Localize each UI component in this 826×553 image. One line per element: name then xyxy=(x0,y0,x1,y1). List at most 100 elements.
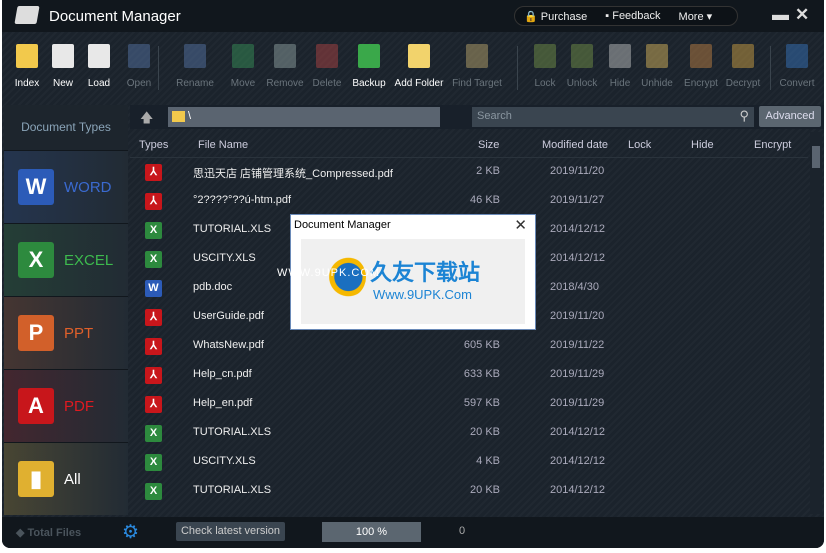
table-row[interactable]: X TUTORIAL.XLS 20 KB 2014/12/12 xyxy=(130,419,808,448)
pdf-file-icon: ⅄ xyxy=(145,164,162,181)
pdf-file-icon: ⅄ xyxy=(145,338,162,355)
advanced-button[interactable]: Advanced xyxy=(759,106,821,127)
toolbar-rename-button[interactable]: Rename xyxy=(170,40,220,89)
file-size: 20 KB xyxy=(470,426,500,438)
toolbar-find-target-button[interactable]: Find Target xyxy=(452,40,502,89)
settings-gear-icon[interactable]: ⚙ xyxy=(122,521,139,544)
file-name: pdb.doc xyxy=(193,281,233,293)
pdf-file-icon: ⅄ xyxy=(145,396,162,413)
app-title: Document Manager xyxy=(49,8,181,25)
file-size: 633 KB xyxy=(463,368,500,380)
purchase-link[interactable]: 🔒 Purchase xyxy=(515,10,596,23)
file-name: USCITY.XLS xyxy=(193,252,256,264)
sidebar-item-pdf[interactable]: A PDF xyxy=(4,369,128,442)
document-types-sidebar: Document Types W WORD X EXCEL P PPT A PDF ▮ All xyxy=(4,105,128,515)
path-bar: 🡅 \ Search ⚲ Advanced xyxy=(130,105,824,129)
column-header[interactable]: File Name xyxy=(198,139,248,151)
file-date: 2014/12/12 xyxy=(550,426,606,438)
up-arrow-icon[interactable]: 🡅 xyxy=(140,109,153,131)
search-icon[interactable]: ⚲ xyxy=(739,108,749,124)
doc-file-icon: W xyxy=(145,280,162,297)
watermark-text: 久友下载站 xyxy=(370,260,481,285)
file-date: 2019/11/29 xyxy=(550,397,605,409)
file-size: 20 KB xyxy=(470,484,500,496)
toolbar-unhide-button[interactable]: Unhide xyxy=(632,40,682,89)
table-row[interactable]: X USCITY.XLS 4 KB 2014/12/12 xyxy=(130,448,808,477)
table-header: Types File Name Size Modified date Lock Hide E… xyxy=(130,132,808,158)
folder-icon xyxy=(172,111,185,122)
check-version-button[interactable]: Check latest version xyxy=(176,522,285,541)
file-date: 2019/11/20 xyxy=(550,310,605,322)
column-header[interactable]: Size xyxy=(478,139,499,151)
excel-icon: X xyxy=(18,242,54,278)
file-date: 2019/11/22 xyxy=(550,339,605,351)
column-header[interactable]: Types xyxy=(139,139,168,151)
toolbar-separator xyxy=(158,46,159,90)
close-button[interactable]: ✕ xyxy=(795,5,809,25)
table-row[interactable]: ⅄ Help_cn.pdf 633 KB 2019/11/29 xyxy=(130,361,808,390)
rename-icon xyxy=(184,44,206,68)
scrollbar[interactable] xyxy=(810,132,822,514)
search-input[interactable]: Search ⚲ xyxy=(472,107,754,127)
xls-file-icon: X xyxy=(145,251,162,268)
dialog-title: Document Manager xyxy=(294,219,391,231)
remove-icon xyxy=(274,44,296,68)
toolbar-decrypt-button[interactable]: Decrypt xyxy=(718,40,768,89)
table-row[interactable]: ⅄ Help_en.pdf 597 KB 2019/11/29 xyxy=(130,390,808,419)
xls-file-icon: X xyxy=(145,454,162,471)
hide-icon xyxy=(609,44,631,68)
unhide-icon xyxy=(646,44,668,68)
column-header[interactable]: Encrypt xyxy=(754,139,791,151)
file-name: Help_en.pdf xyxy=(193,397,253,409)
file-name: TUTORIAL.XLS xyxy=(193,484,272,496)
table-row[interactable]: ⅄ 思迅天店 店铺管理系统_Compressed.pdf 2 KB 2019/1… xyxy=(130,158,808,187)
decrypt-icon xyxy=(732,44,754,68)
delete-icon xyxy=(316,44,338,68)
table-row[interactable]: ⅄ °2????°??ú-htm.pdf 46 KB 2019/11/27 xyxy=(130,187,808,216)
file-name: °2????°??ú-htm.pdf xyxy=(193,194,292,206)
total-files-label: ◆ Total Files xyxy=(16,527,82,539)
move-icon xyxy=(232,44,254,68)
sidebar-item-all[interactable]: ▮ All xyxy=(4,442,128,515)
file-size: 605 KB xyxy=(463,339,500,351)
new-icon xyxy=(52,44,74,68)
file-name: TUTORIAL.XLS xyxy=(193,223,272,235)
dialog-close-button[interactable]: ✕ xyxy=(514,216,527,234)
convert-icon xyxy=(786,44,808,68)
toolbar-add-folder-button[interactable]: Add Folder xyxy=(394,40,444,89)
column-header[interactable]: Lock xyxy=(628,139,651,151)
file-date: 2014/12/12 xyxy=(550,223,606,235)
pdf-file-icon: ⅄ xyxy=(145,309,162,326)
more-menu[interactable]: More ▾ xyxy=(670,10,722,23)
sidebar-item-word[interactable]: W WORD xyxy=(4,150,128,223)
toolbar-open-button[interactable]: Open xyxy=(114,40,164,89)
status-bar: ◆ Total Files ⚙ Check latest version 100… xyxy=(2,517,824,548)
table-row[interactable]: X TUTORIAL.XLS 20 KB 2014/12/12 xyxy=(130,477,808,506)
scrollbar-thumb[interactable] xyxy=(812,146,820,168)
pdf-file-icon: ⅄ xyxy=(145,193,162,210)
toolbar: Index New Load Open Rename Move Remove Delete Ba… xyxy=(2,40,824,96)
column-header[interactable]: Modified date xyxy=(542,139,608,151)
toolbar-backup-button[interactable]: Backup xyxy=(344,40,394,89)
file-count: 0 xyxy=(459,525,466,537)
sidebar-item-ppt[interactable]: P PPT xyxy=(4,296,128,369)
table-row[interactable]: ⅄ WhatsNew.pdf 605 KB 2019/11/22 xyxy=(130,332,808,361)
sidebar-heading: Document Types xyxy=(4,105,128,150)
file-date: 2019/11/27 xyxy=(550,194,605,206)
feedback-link[interactable]: ▪ Feedback xyxy=(596,10,669,22)
file-size: 46 KB xyxy=(470,194,500,206)
sidebar-item-excel[interactable]: X EXCEL xyxy=(4,223,128,296)
encrypt-icon xyxy=(690,44,712,68)
column-header[interactable]: Hide xyxy=(691,139,714,151)
add-folder-icon xyxy=(408,44,430,68)
open-icon xyxy=(128,44,150,68)
minimize-button[interactable]: ▬ xyxy=(772,5,789,25)
watermark-side: WWW.9UPK.COM xyxy=(277,267,381,279)
path-field[interactable]: \ xyxy=(168,107,440,127)
file-name: TUTORIAL.XLS xyxy=(193,426,272,438)
file-name: Help_cn.pdf xyxy=(193,368,252,380)
file-name: 思迅天店 店铺管理系统_Compressed.pdf xyxy=(193,168,393,180)
app-logo-icon xyxy=(14,6,40,24)
toolbar-convert-button[interactable]: Convert xyxy=(772,40,822,89)
toolbar-separator xyxy=(770,46,771,90)
